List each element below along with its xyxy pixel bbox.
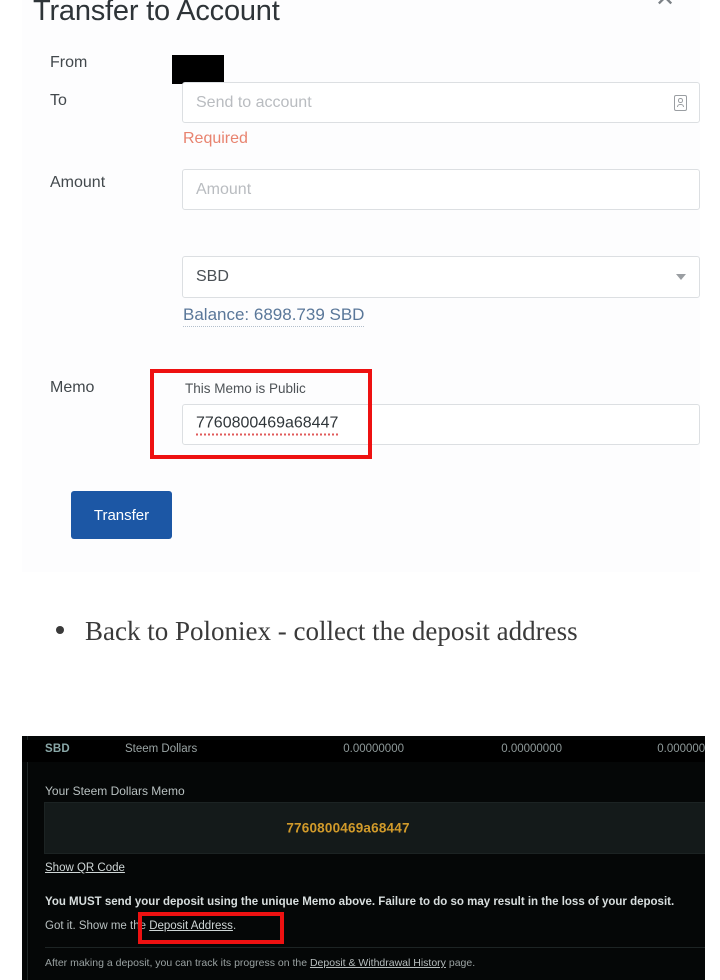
memo-caption: Your Steem Dollars Memo: [45, 784, 185, 798]
to-input[interactable]: Send to account: [182, 82, 700, 123]
instruction-list: Back to Poloniex - collect the deposit a…: [0, 604, 720, 658]
to-error-message: Required: [183, 130, 248, 147]
memo-label: Memo: [50, 379, 95, 396]
instruction-text: Back to Poloniex - collect the deposit a…: [85, 616, 578, 646]
show-qr-code-link[interactable]: Show QR Code: [45, 862, 125, 874]
page-title: Transfer to Account: [33, 0, 280, 27]
row-balance-2: 0.00000000: [501, 743, 562, 755]
transfer-button[interactable]: Transfer: [71, 491, 172, 539]
memo-input-value: 7760800469a68447: [196, 414, 339, 435]
balance-link[interactable]: Balance: 6898.739 SBD: [183, 305, 365, 327]
chevron-down-icon: [676, 274, 686, 280]
deposit-withdrawal-history-link[interactable]: Deposit & Withdrawal History: [310, 957, 446, 969]
amount-input-placeholder: Amount: [196, 180, 252, 198]
deposit-warning-text: You MUST send your deposit using the uni…: [45, 896, 675, 908]
address-book-icon[interactable]: [674, 94, 687, 111]
amount-label: Amount: [50, 174, 106, 191]
list-item: Back to Poloniex - collect the deposit a…: [0, 604, 720, 658]
transfer-modal: Transfer to Account ✕ From To Send to ac…: [22, 0, 700, 572]
footer-suffix: page.: [445, 957, 476, 969]
close-icon[interactable]: ✕: [652, 0, 678, 12]
amount-input[interactable]: Amount: [182, 169, 700, 210]
row-currency-name: Steem Dollars: [125, 743, 198, 755]
currency-select[interactable]: SBD: [182, 256, 700, 298]
bullet-dot-icon: [56, 626, 64, 634]
to-label: To: [50, 92, 67, 109]
row-balance-3: 0.00000000: [657, 743, 705, 755]
poloniex-deposit-panel: SBD Steem Dollars 0.00000000 0.00000000 …: [22, 736, 705, 980]
deposit-footer-line: After making a deposit, you can track it…: [45, 957, 475, 969]
got-it-suffix: .: [232, 920, 237, 932]
deposit-address-link[interactable]: Deposit Address: [149, 920, 233, 932]
memo-hint-text: This Memo is Public: [185, 381, 306, 396]
to-input-placeholder: Send to account: [196, 93, 312, 111]
panel-left-rail: [27, 736, 28, 980]
table-row[interactable]: SBD Steem Dollars 0.00000000 0.00000000 …: [22, 740, 705, 762]
memo-code-value: 7760800469a68447: [286, 820, 410, 836]
memo-code-box: 7760800469a68447: [44, 802, 705, 854]
footer-prefix: After making a deposit, you can track it…: [45, 957, 310, 969]
from-value-redacted: [172, 55, 224, 84]
got-it-line: Got it. Show me the Deposit Address.: [45, 920, 236, 932]
got-it-prefix: Got it. Show me the: [45, 920, 150, 932]
from-label: From: [50, 54, 88, 71]
memo-input[interactable]: 7760800469a68447: [182, 404, 700, 445]
currency-select-value: SBD: [196, 268, 229, 285]
panel-divider: [45, 947, 705, 948]
row-symbol: SBD: [45, 743, 70, 755]
row-balance-1: 0.00000000: [343, 743, 404, 755]
